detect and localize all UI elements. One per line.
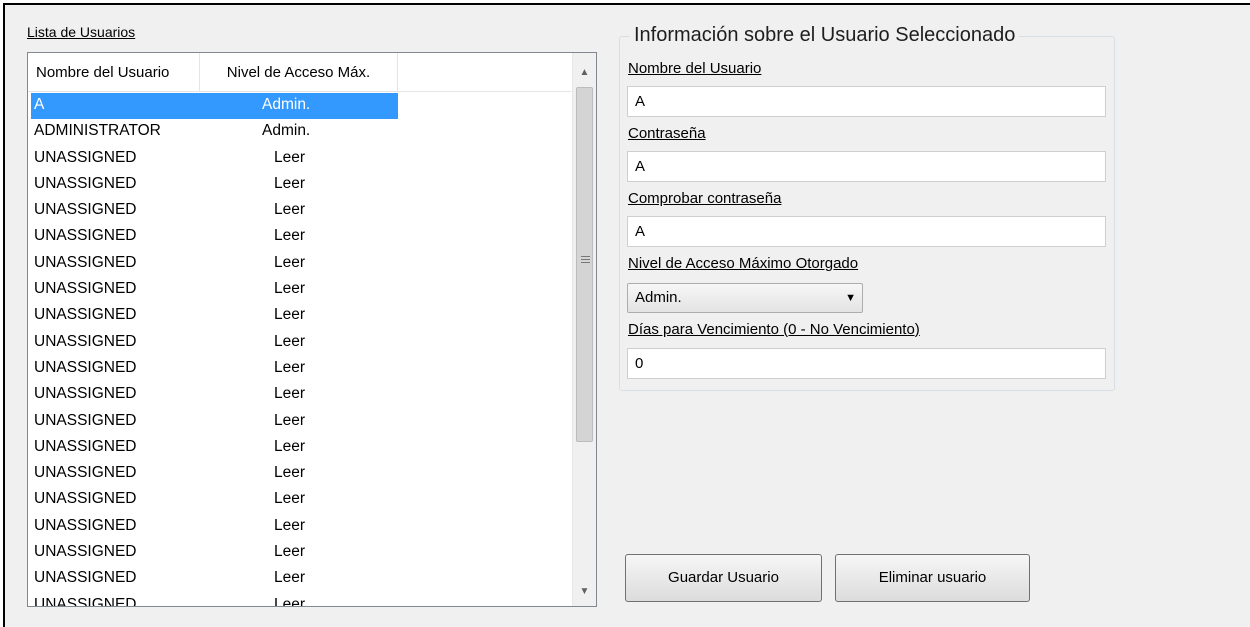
list-item[interactable]: UNASSIGNED Leer [28,514,571,540]
list-item-access-level: Leer [274,490,306,508]
column-header-access-level[interactable]: Nivel de Acceso Máx. [200,53,398,91]
list-item[interactable]: UNASSIGNED Leer [28,303,571,329]
list-item-access-level: Leer [274,306,306,324]
list-item-username: UNASSIGNED [34,227,137,245]
list-item-username: UNASSIGNED [34,253,137,271]
group-title: Información sobre el Usuario Seleccionad… [630,24,1020,47]
username-label: Nombre del Usuario [628,60,762,77]
scroll-down-arrow-icon[interactable]: ▼ [573,580,596,604]
list-item[interactable]: UNASSIGNED Leer [28,593,571,607]
list-item-username: ADMINISTRATOR [34,122,161,140]
list-item[interactable]: UNASSIGNED Leer [28,382,571,408]
list-item[interactable]: A Admin. [28,93,571,119]
list-item-username: UNASSIGNED [34,174,137,192]
confirm-password-field[interactable]: A [627,216,1106,247]
list-item-username: UNASSIGNED [34,569,137,587]
list-item-username: UNASSIGNED [34,437,137,455]
list-item-access-level: Leer [274,280,306,298]
list-item-username: UNASSIGNED [34,280,137,298]
list-item-access-level: Leer [274,411,306,429]
list-item-access-level: Leer [274,569,306,587]
grip-icon [581,256,590,257]
selection-highlight [31,93,398,119]
list-item-access-level: Leer [274,253,306,271]
list-item[interactable]: UNASSIGNED Leer [28,566,571,592]
access-level-select[interactable]: Admin. ▼ [627,283,863,313]
list-item-access-level: Leer [274,227,306,245]
list-item[interactable]: UNASSIGNED Leer [28,224,571,250]
list-item-access-level: Leer [274,148,306,166]
list-item[interactable]: UNASSIGNED Leer [28,409,571,435]
password-field[interactable]: A [627,151,1106,182]
list-header: Nombre del Usuario Nivel de Acceso Máx. [28,53,571,92]
list-item-access-level: Leer [274,464,306,482]
expiry-days-field[interactable]: 0 [627,348,1106,379]
list-item-access-level: Leer [274,385,306,403]
list-item[interactable]: UNASSIGNED Leer [28,198,571,224]
scroll-up-arrow-icon[interactable]: ▲ [573,61,596,85]
user-list[interactable]: Nombre del Usuario Nivel de Acceso Máx. … [27,52,597,607]
list-item-username: UNASSIGNED [34,464,137,482]
list-item-access-level: Admin. [262,122,311,140]
list-item-access-level: Admin. [262,96,311,113]
list-item-access-level: Leer [274,174,306,192]
expiry-days-label: Días para Vencimiento (0 - No Vencimient… [628,321,920,338]
list-item[interactable]: UNASSIGNED Leer [28,540,571,566]
list-item[interactable]: UNASSIGNED Leer [28,330,571,356]
list-item[interactable]: UNASSIGNED Leer [28,461,571,487]
confirm-password-label: Comprobar contraseña [628,190,782,207]
list-item-access-level: Leer [274,358,306,376]
delete-user-button[interactable]: Eliminar usuario [835,554,1030,602]
list-item-username: UNASSIGNED [34,543,137,561]
list-item-username: UNASSIGNED [34,385,137,403]
list-item-username: UNASSIGNED [34,332,137,350]
list-item-username: UNASSIGNED [34,201,137,219]
list-item-access-level: Leer [274,595,306,607]
list-item[interactable]: UNASSIGNED Leer [28,435,571,461]
save-user-button[interactable]: Guardar Usuario [625,554,822,602]
list-item-username: UNASSIGNED [34,490,137,508]
list-item-username: UNASSIGNED [34,148,137,166]
access-level-label: Nivel de Acceso Máximo Otorgado [628,255,859,272]
list-item[interactable]: UNASSIGNED Leer [28,172,571,198]
list-item[interactable]: UNASSIGNED Leer [28,146,571,172]
column-header-username[interactable]: Nombre del Usuario [28,53,200,91]
list-item-username: UNASSIGNED [34,358,137,376]
user-list-label: Lista de Usuarios [27,24,136,40]
username-field[interactable]: A [627,86,1106,117]
vertical-scrollbar[interactable]: ▲ ▼ [572,53,596,606]
list-item[interactable]: UNASSIGNED Leer [28,277,571,303]
list-body: A Admin. ADMINISTRATOR Admin. UNASSIGNED Leer… [28,93,571,607]
list-item-username: UNASSIGNED [34,306,137,324]
list-item[interactable]: UNASSIGNED Leer [28,356,571,382]
list-item-username: UNASSIGNED [34,516,137,534]
list-item-username: UNASSIGNED [34,595,137,607]
list-item-access-level: Leer [274,437,306,455]
list-item-access-level: Leer [274,332,306,350]
chevron-down-icon[interactable]: ▼ [845,284,856,312]
list-item[interactable]: UNASSIGNED Leer [28,487,571,513]
list-item[interactable]: UNASSIGNED Leer [28,251,571,277]
list-item-access-level: Leer [274,516,306,534]
access-level-value: Admin. [635,289,682,306]
list-item-username: UNASSIGNED [34,411,137,429]
scrollbar-thumb[interactable] [576,87,593,442]
list-item-username: A [34,96,45,113]
list-item-access-level: Leer [274,201,306,219]
list-item-access-level: Leer [274,543,306,561]
list-item[interactable]: ADMINISTRATOR Admin. [28,119,571,145]
password-label: Contraseña [628,125,706,142]
